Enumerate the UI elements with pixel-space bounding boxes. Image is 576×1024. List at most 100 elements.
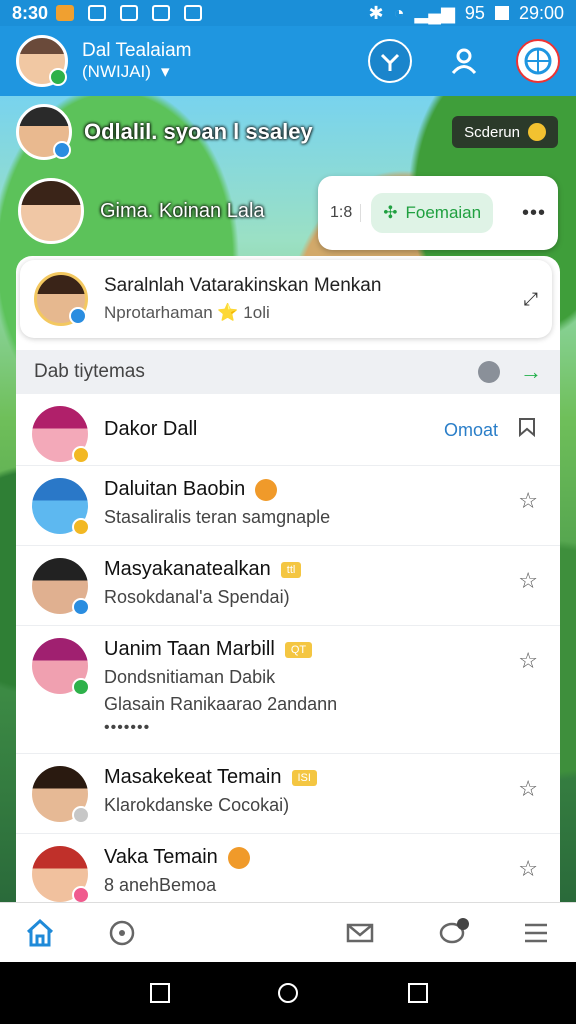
coin-icon bbox=[528, 123, 546, 141]
status-bar: 8:30 ✱ ◔ ▂▄▆ 95 29:00 bbox=[0, 0, 576, 26]
section-title: Dab tiytemas bbox=[34, 361, 145, 382]
item-tag: QT bbox=[284, 641, 313, 658]
avatar bbox=[18, 178, 84, 244]
scene-row-2[interactable]: Gima. Koinan Lala bbox=[18, 178, 265, 244]
status-badge bbox=[72, 806, 90, 824]
featured-title: Saralnlah Vatarakinskan Menkan bbox=[104, 275, 382, 296]
emoji-icon bbox=[227, 846, 250, 869]
item-subtitle: Stasaliralis teran samgnaple bbox=[104, 507, 331, 527]
globe-button[interactable] bbox=[516, 39, 560, 83]
floating-action-card: 1:8 ✣ Foemaian ••• bbox=[318, 176, 558, 250]
battery-percent: 95 bbox=[464, 2, 485, 23]
home-icon[interactable] bbox=[24, 917, 56, 949]
filter-icon[interactable] bbox=[478, 361, 500, 383]
item-name-row: Masyakanatealkan ttl bbox=[104, 558, 542, 581]
map-pin-button[interactable] bbox=[368, 39, 412, 83]
item-tag: ttl bbox=[280, 561, 302, 578]
globe-icon bbox=[524, 47, 552, 75]
battery-icon bbox=[494, 6, 509, 20]
item-name: Daluitan Baobin bbox=[104, 478, 246, 500]
pin-icon[interactable]: ⤢ bbox=[524, 289, 538, 310]
item-name-row: Vaka Temain bbox=[104, 846, 542, 869]
header-title: Dal Tealaiam bbox=[82, 40, 192, 61]
star-icon[interactable]: ☆ bbox=[518, 776, 538, 802]
list-item[interactable]: Dakor Dall Omoat bbox=[16, 394, 560, 466]
list-item[interactable]: Masakekeat Temain ISI Klarokdanske Cocok… bbox=[16, 754, 560, 834]
user-avatar[interactable] bbox=[16, 35, 68, 87]
notification-icon bbox=[120, 5, 139, 21]
person-icon bbox=[451, 48, 477, 75]
signal-icon: ▂▄▆ bbox=[414, 2, 455, 23]
star-icon[interactable]: ☆ bbox=[518, 568, 538, 594]
mail-icon[interactable] bbox=[344, 917, 376, 949]
content-panel: Saralnlah Vatarakinskan Menkan Nprotarha… bbox=[16, 256, 560, 902]
list-item[interactable]: Vaka Temain 8 anehBemoa ☆ bbox=[16, 834, 560, 902]
status-badge bbox=[72, 446, 90, 464]
item-subtitle: Klarokdanske Cocokai) bbox=[104, 795, 290, 815]
status-badge bbox=[72, 598, 90, 616]
pin-icon bbox=[380, 53, 400, 71]
item-name: Masakekeat Temain bbox=[104, 766, 282, 788]
notification-icon bbox=[184, 5, 203, 21]
item-subtitle-2: Glasain Ranikaarao 2andann bbox=[104, 694, 338, 714]
star-icon[interactable]: ☆ bbox=[518, 856, 538, 882]
item-subtitle: Dondsnitiaman Dabik bbox=[104, 667, 276, 687]
status-clock: 29:00 bbox=[518, 2, 564, 23]
avatar bbox=[34, 272, 88, 326]
verified-badge bbox=[69, 307, 87, 325]
scene-row-1-text: Odlalil. syoan l ssaley bbox=[84, 119, 313, 144]
star-icon[interactable]: ☆ bbox=[518, 488, 538, 514]
status-time: 8:30 bbox=[12, 2, 49, 23]
scene-pill-button[interactable]: Scderun bbox=[452, 116, 558, 148]
wifi-icon: ◔ bbox=[393, 2, 405, 23]
arrow-right-icon[interactable]: → bbox=[520, 359, 542, 385]
card-number: 1:8 bbox=[330, 204, 362, 222]
item-name-row: Daluitan Baobin bbox=[104, 478, 542, 501]
item-subtitle: Rosokdanal'a Spendai) bbox=[104, 587, 290, 607]
puzzle-icon: ✣ bbox=[383, 203, 398, 222]
menu-icon[interactable] bbox=[520, 917, 552, 949]
location-icon[interactable] bbox=[106, 917, 138, 949]
bottom-navigation bbox=[0, 902, 576, 962]
back-button[interactable] bbox=[150, 983, 170, 1003]
avatar bbox=[32, 406, 90, 464]
scene-row-2-text: Gima. Koinan Lala bbox=[100, 199, 265, 222]
card-action-label: Foemaian bbox=[405, 203, 482, 222]
recents-button[interactable] bbox=[408, 983, 428, 1003]
contact-list: Dakor Dall Omoat Daluitan Baobin Stasali… bbox=[16, 394, 560, 902]
status-badge bbox=[72, 886, 90, 902]
status-badge bbox=[72, 518, 90, 536]
scene-row-1[interactable]: Odlalil. syoan l ssaley bbox=[16, 104, 313, 160]
item-name-row: Masakekeat Temain ISI bbox=[104, 766, 542, 789]
status-badge bbox=[72, 678, 90, 696]
featured-subtitle: Nprotarhaman ⭐ 1oli bbox=[104, 303, 270, 322]
emoji-icon bbox=[255, 478, 278, 501]
chat-settings-icon[interactable] bbox=[438, 917, 470, 949]
bluetooth-icon: ✱ bbox=[368, 2, 384, 23]
featured-card[interactable]: Saralnlah Vatarakinskan Menkan Nprotarha… bbox=[20, 260, 552, 338]
avatar bbox=[32, 638, 90, 696]
chevron-down-icon[interactable]: ▾ bbox=[161, 62, 170, 82]
profile-button[interactable] bbox=[442, 39, 486, 83]
item-tag: ISI bbox=[291, 769, 317, 786]
item-name: Masyakanatealkan bbox=[104, 558, 271, 580]
star-icon[interactable]: ☆ bbox=[518, 648, 538, 674]
list-item[interactable]: Daluitan Baobin Stasaliralis teran samgn… bbox=[16, 466, 560, 546]
avatar bbox=[32, 558, 90, 616]
avatar bbox=[16, 104, 72, 160]
bookmark-icon[interactable] bbox=[516, 416, 538, 444]
list-item[interactable]: Masyakanatealkan ttl Rosokdanal'a Spenda… bbox=[16, 546, 560, 626]
avatar bbox=[32, 766, 90, 824]
online-badge bbox=[49, 68, 67, 86]
item-more-dots: ••••••• bbox=[104, 719, 151, 736]
avatar bbox=[32, 478, 90, 536]
item-name-row: Uanim Taan Marbill QT bbox=[104, 638, 542, 661]
notification-icon bbox=[88, 5, 107, 21]
card-action-button[interactable]: ✣ Foemaian bbox=[371, 193, 494, 233]
header-subtitle: (NWIJAI) bbox=[82, 62, 151, 81]
more-options-icon[interactable]: ••• bbox=[522, 202, 546, 225]
home-button[interactable] bbox=[278, 983, 298, 1003]
notification-icon bbox=[152, 5, 171, 21]
list-item[interactable]: Uanim Taan Marbill QT Dondsnitiaman Dabi… bbox=[16, 626, 560, 754]
item-link[interactable]: Omoat bbox=[444, 420, 498, 441]
